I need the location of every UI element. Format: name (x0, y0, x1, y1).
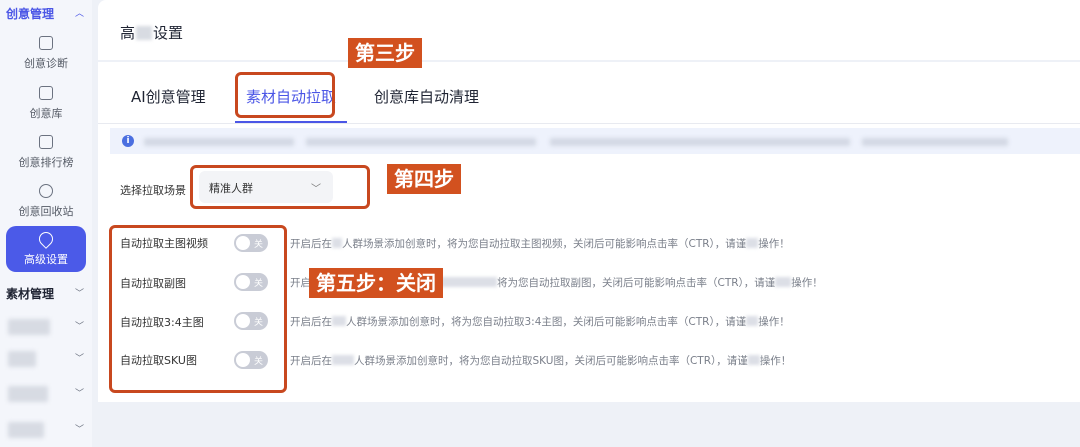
sidebar-item-advanced-settings[interactable]: 高级设置 (6, 226, 86, 272)
divider (98, 123, 1080, 124)
blurred-text (306, 138, 536, 146)
blurred-text (8, 319, 50, 335)
scene-label: 选择拉取场景 (120, 184, 186, 197)
sidebar-group-label: 素材管理 (6, 286, 55, 301)
blurred-text (8, 351, 36, 367)
annotation-box-scene (190, 165, 370, 209)
sidebar-blurred-group[interactable]: ﹀ (4, 416, 92, 442)
chevron-down-icon: ﹀ (74, 289, 84, 299)
blurred-text (136, 26, 153, 40)
library-icon (39, 85, 53, 100)
blurred-text (144, 138, 294, 146)
sidebar-item-label: 创意回收站 (18, 204, 74, 218)
chevron-down-icon: ﹀ (74, 425, 84, 435)
chevron-up-icon: ︿ (74, 9, 84, 19)
diagnosis-icon (39, 35, 53, 50)
tab-ai-creative[interactable]: AI创意管理 (131, 86, 206, 107)
info-icon: i (122, 135, 134, 147)
annotation-box-toggles (109, 225, 287, 393)
blurred-text (8, 386, 48, 402)
option-description: 开启后在 人群场景添加创意时，将为您自动拉取主图视频，关闭后可能影响点击率（CTR… (290, 238, 790, 250)
sidebar-group-label: 创意管理 (6, 6, 55, 21)
chevron-down-icon: ﹀ (74, 322, 84, 332)
sidebar-item-label: 高级设置 (24, 252, 68, 266)
ranking-icon (39, 134, 53, 149)
sidebar-item-label: 创意库 (29, 106, 63, 120)
annotation-step4: 第四步 (387, 164, 461, 194)
annotation-step3: 第三步 (348, 38, 422, 68)
sidebar: 创意管理 ︿ 创意诊断 创意库 创意排行榜 创意回收站 高级设置 素材管理 ﹀ … (0, 0, 92, 447)
tab-library-auto-clean[interactable]: 创意库自动清理 (374, 86, 479, 107)
sidebar-blurred-group[interactable]: ﹀ (4, 380, 92, 406)
recycle-bin-icon (39, 183, 53, 198)
page-title: 高设置 (120, 24, 184, 42)
blurred-text (550, 138, 850, 146)
chevron-down-icon: ﹀ (74, 389, 84, 399)
sidebar-item-recycle-bin[interactable]: 创意回收站 (6, 178, 86, 224)
annotation-step5: 第五步：关闭 (309, 268, 443, 298)
sidebar-group-material[interactable]: 素材管理 ﹀ (0, 280, 92, 306)
sidebar-group-creative[interactable]: 创意管理 ︿ (0, 0, 92, 26)
sidebar-item-library[interactable]: 创意库 (6, 80, 86, 126)
sidebar-item-label: 创意诊断 (24, 56, 68, 70)
sidebar-blurred-group[interactable]: ﹀ (4, 313, 92, 339)
info-banner: i (110, 128, 1080, 154)
option-description: 开启后在 人群场景添加创意时，将为您自动拉取3:4主图，关闭后可能影响点击率（CT… (290, 316, 790, 328)
sidebar-item-label: 创意排行榜 (18, 155, 74, 169)
sidebar-blurred-group[interactable]: ﹀ (4, 345, 92, 371)
annotation-box-tab (235, 72, 335, 118)
sidebar-item-ranking[interactable]: 创意排行榜 (6, 129, 86, 175)
chevron-down-icon: ﹀ (74, 354, 84, 364)
sidebar-item-diagnosis[interactable]: 创意诊断 (6, 30, 86, 76)
settings-pin-icon (36, 228, 56, 249)
page-header: 高设置 (98, 0, 1080, 60)
blurred-text (862, 138, 1008, 146)
blurred-text (8, 422, 44, 438)
option-description: 开启后在 人群场景添加创意时，将为您自动拉取SKU图，关闭后可能影响点击率（CTR… (290, 355, 792, 367)
